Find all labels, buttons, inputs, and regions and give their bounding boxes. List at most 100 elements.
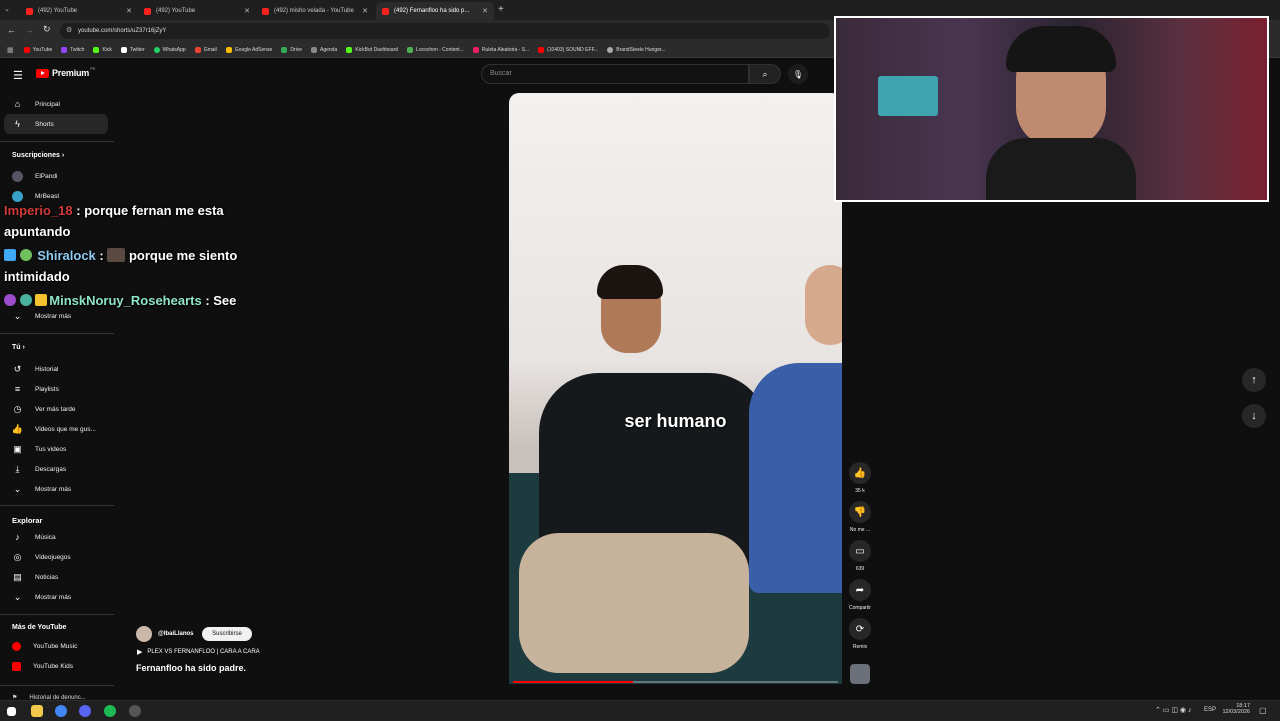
explore-show-more[interactable]: ⌄ Mostrar más bbox=[4, 587, 108, 607]
chat-message-2: Shiralock : porque me siento bbox=[4, 248, 237, 263]
chrome-icon[interactable] bbox=[55, 705, 67, 717]
menu-icon[interactable]: ☰ bbox=[13, 69, 23, 82]
comment-count: 639 bbox=[855, 566, 865, 572]
file-explorer-icon[interactable] bbox=[31, 705, 43, 717]
comments-button[interactable]: ▭ bbox=[849, 540, 871, 562]
remix-button[interactable]: ⟳ bbox=[849, 618, 871, 640]
play-icon: ▶ bbox=[137, 649, 143, 656]
share-button[interactable]: ➦ bbox=[849, 579, 871, 601]
dislike-button[interactable]: 👎 bbox=[849, 501, 871, 523]
avatar bbox=[12, 190, 23, 202]
apps-icon[interactable]: ▦ bbox=[7, 46, 14, 54]
sidebar-item-principal[interactable]: ⌂ Principal bbox=[4, 94, 108, 114]
youtube-music-icon bbox=[12, 641, 21, 651]
you-header[interactable]: Tú › bbox=[12, 344, 25, 351]
bookmark[interactable]: (10403) SOUND EFF... bbox=[538, 46, 598, 53]
discord-icon[interactable] bbox=[79, 705, 91, 717]
tab-3[interactable]: (492) misho velada - YouTube ✕ bbox=[256, 2, 374, 20]
subscriptions-show-more[interactable]: ⌄ Mostrar más bbox=[4, 306, 108, 326]
video-caption: ser humano bbox=[624, 411, 727, 431]
bookmark[interactable]: YouTube bbox=[23, 46, 52, 53]
tab-search-icon[interactable]: ⌄ bbox=[4, 5, 10, 13]
avatar bbox=[12, 170, 23, 182]
language-indicator[interactable]: ESP bbox=[1204, 707, 1216, 713]
bookmark[interactable]: Twitter bbox=[120, 46, 145, 53]
notification-icon[interactable]: ▢ bbox=[1259, 706, 1267, 715]
tab-2[interactable]: (492) YouTube ✕ bbox=[138, 2, 256, 20]
more-youtube-header: Más de YouTube bbox=[12, 624, 67, 631]
sidebar-divider bbox=[0, 614, 114, 615]
close-tab-icon[interactable]: ✕ bbox=[482, 7, 488, 15]
emote-icon bbox=[107, 248, 126, 262]
you-show-more[interactable]: ⌄ Mostrar más bbox=[4, 479, 108, 499]
progress-track[interactable] bbox=[513, 681, 838, 683]
system-tray-icons[interactable]: ⌃ ▭ ◫ ◉ ♪ bbox=[1155, 706, 1191, 714]
search-button[interactable]: ⌕ bbox=[749, 64, 781, 84]
next-short-button[interactable]: ↓ bbox=[1242, 404, 1266, 428]
search-input[interactable]: Buscar bbox=[481, 64, 749, 84]
bookmark[interactable]: Agenda bbox=[310, 46, 337, 53]
bookmark[interactable]: Twitch bbox=[61, 46, 84, 53]
sidebar-item-downloads[interactable]: ⤓ Descargas bbox=[4, 459, 108, 479]
like-button[interactable]: 👍 bbox=[849, 462, 871, 484]
sidebar-item-news[interactable]: ▤ Noticias bbox=[4, 567, 108, 587]
new-tab-button[interactable]: + bbox=[498, 4, 504, 15]
bookmark[interactable]: Google AdSense bbox=[225, 46, 272, 53]
subscriptions-header[interactable]: Suscripciones › bbox=[12, 152, 64, 159]
sidebar-divider bbox=[0, 141, 114, 142]
url-text: youtube.com/shorts/uZ37r16jZyY bbox=[78, 28, 167, 34]
playlist-link[interactable]: ▶ PLEX VS FERNANFLOO | CARA A CARA bbox=[137, 648, 260, 656]
sidebar-item-youtube-kids[interactable]: YouTube Kids bbox=[4, 656, 108, 676]
back-icon[interactable]: ← bbox=[7, 25, 16, 35]
subscription-elpandi[interactable]: ElPandi bbox=[4, 166, 108, 186]
sidebar-item-youtube-music[interactable]: YouTube Music bbox=[4, 636, 108, 656]
bookmark[interactable]: Gmail bbox=[194, 46, 217, 53]
sidebar-item-music[interactable]: ♪ Música bbox=[4, 527, 108, 547]
site-info-icon[interactable]: ⚙ bbox=[66, 23, 72, 39]
sidebar-item-watch-later[interactable]: ◷ Ver más tarde bbox=[4, 399, 108, 419]
reload-icon[interactable]: ↻ bbox=[43, 24, 51, 35]
sidebar-item-historial[interactable]: ↺ Historial bbox=[4, 359, 108, 379]
tab-1[interactable]: (492) YouTube ✕ bbox=[20, 2, 138, 20]
subscribe-button[interactable]: Suscribirse bbox=[202, 627, 252, 641]
chevron-right-icon: › bbox=[22, 344, 25, 351]
windows-start-icon[interactable] bbox=[7, 707, 16, 716]
spotify-icon[interactable] bbox=[104, 705, 116, 717]
channel-name[interactable]: @IbaiLlanos bbox=[158, 631, 194, 637]
sidebar-item-gaming[interactable]: ◎ Videojuegos bbox=[4, 547, 108, 567]
arrow-down-icon: ↓ bbox=[1251, 410, 1257, 422]
share-label: Compartir bbox=[849, 605, 871, 611]
close-tab-icon[interactable]: ✕ bbox=[362, 7, 368, 15]
sidebar-divider bbox=[0, 333, 114, 334]
badge-icon bbox=[4, 294, 16, 306]
youtube-favicon-icon bbox=[144, 7, 151, 15]
address-bar[interactable]: ⚙ youtube.com/shorts/uZ37r16jZyY bbox=[60, 23, 830, 39]
bookmark[interactable]: WhatsApp bbox=[153, 46, 186, 53]
clock[interactable]: 18:17 12/03/2026 bbox=[1222, 703, 1250, 715]
obs-icon[interactable] bbox=[129, 705, 141, 717]
sidebar-item-shorts[interactable]: ϟ Shorts bbox=[4, 114, 108, 134]
bookmark[interactable]: Drive bbox=[281, 46, 302, 53]
sidebar-item-playlists[interactable]: ≡ Playlists bbox=[4, 379, 108, 399]
youtube-logo[interactable]: Premium PE bbox=[36, 66, 95, 78]
bookmark[interactable]: Kick bbox=[93, 46, 112, 53]
bookmark[interactable]: Locochon - Content... bbox=[407, 46, 464, 53]
sidebar-item-liked-videos[interactable]: 👍 Videos que me gus... bbox=[4, 419, 108, 439]
sidebar-item-your-videos[interactable]: ▣ Tus videos bbox=[4, 439, 108, 459]
bookmark[interactable]: Ruleta Aleatoria - S... bbox=[472, 46, 529, 53]
close-tab-icon[interactable]: ✕ bbox=[126, 7, 132, 15]
thumbs-up-icon: 👍 bbox=[853, 467, 867, 479]
kick-icon bbox=[93, 46, 100, 53]
twitch-icon bbox=[61, 46, 68, 53]
search-icon: ⌕ bbox=[762, 68, 768, 79]
voice-search-button[interactable]: 🎙 bbox=[788, 64, 808, 84]
bookmark[interactable]: BrandSteele Hunger... bbox=[607, 46, 665, 53]
bookmark[interactable]: KickBot Dashboard bbox=[346, 46, 398, 53]
audio-thumbnail[interactable] bbox=[850, 664, 870, 684]
tab-4-active[interactable]: (492) Fernanfloo ha sido p... ✕ bbox=[376, 2, 494, 20]
forward-icon[interactable]: → bbox=[25, 25, 34, 35]
previous-short-button[interactable]: ↑ bbox=[1242, 368, 1266, 392]
channel-avatar[interactable] bbox=[136, 626, 152, 642]
close-tab-icon[interactable]: ✕ bbox=[244, 7, 250, 15]
short-video-player[interactable]: ser humano bbox=[509, 93, 842, 684]
